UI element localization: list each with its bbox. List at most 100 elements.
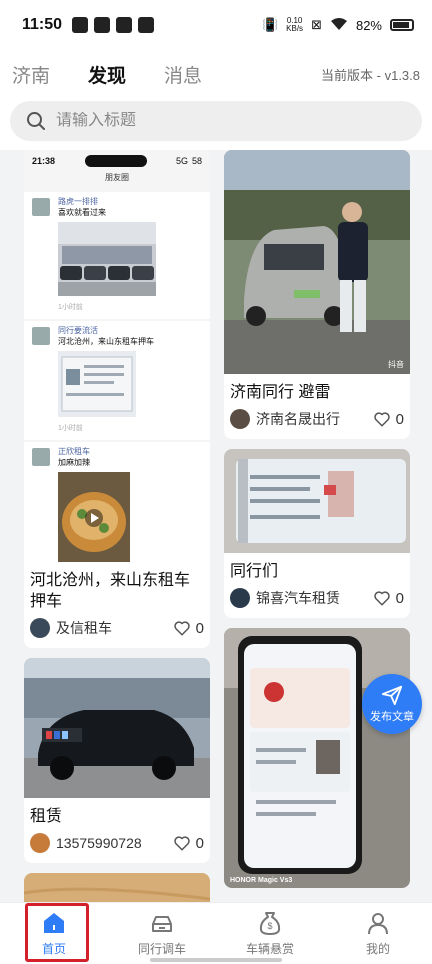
tab-peer-dispatch[interactable]: 同行调车 [108,903,216,964]
notification-app-icon [116,17,133,33]
vibrate-icon: 📳 [261,17,279,32]
post-meta: 锦喜汽车租赁 0 [224,586,410,618]
post-text: 加麻加辣 [58,458,90,467]
car-icon [152,916,172,932]
heart-icon [373,412,390,427]
post-title[interactable]: 同行们 [224,553,410,586]
post-author: 正欣租车 [58,447,90,456]
post-meta: 及信租车 0 [24,616,210,648]
heart-icon [173,836,190,851]
avatar [32,448,50,466]
wifi-icon [330,17,348,34]
author-name[interactable]: 13575990728 [56,835,173,851]
status-bar: 11:50 📳 0.10 KB/s ⊠ 82% [0,0,432,50]
user-icon [368,913,388,935]
battery-icon [390,19,414,31]
author-avatar[interactable] [30,833,50,853]
post-image[interactable] [224,449,410,553]
tab-mine-label: 我的 [365,942,390,956]
search-box[interactable] [10,101,422,141]
search-input[interactable] [56,112,376,130]
inner-status-bar: 21:38 5G 58 [24,150,210,172]
like-button[interactable]: 0 [173,619,204,637]
net-speed-unit: KB/s [286,24,304,33]
notification-app-icon [138,17,155,33]
feed[interactable]: 21:38 5G 58 朋友圈 路虎一排排 喜欢就看过来 1小时前 同行要流活 … [0,150,432,902]
avatar [32,327,50,345]
search-icon [27,112,45,130]
like-count: 0 [195,619,204,637]
publish-article-button[interactable]: 发布文章 [362,674,422,734]
post-title[interactable]: 济南同行 避雷 [224,374,410,407]
heart-icon [373,591,390,606]
post-title[interactable]: 租赁 [24,798,210,831]
tab-home[interactable]: 首页 [0,903,108,964]
post-time: 1小时前 [58,425,83,432]
post-video [58,472,204,562]
tab-mine[interactable]: 我的 [324,903,432,964]
author-avatar[interactable] [30,618,50,638]
photo-caption: HONOR Magic Vs3 [230,877,293,884]
post-author: 路虎一排排 [58,197,98,206]
dynamic-island [84,155,147,167]
version-label: 当前版本 - v1.3.8 [321,67,420,83]
publish-label: 发布文章 [370,711,414,723]
like-button[interactable]: 0 [373,589,404,607]
like-button[interactable]: 0 [173,834,204,852]
notification-app-icon [94,17,111,33]
sim-off-icon: ⊠ [311,17,322,32]
post-image[interactable]: 21:38 5G 58 朋友圈 路虎一排排 喜欢就看过来 1小时前 同行要流活 … [24,150,210,562]
author-avatar[interactable] [230,588,250,608]
post-card[interactable]: HONOR Magic Vs3 [224,628,410,888]
post-text: 喜欢就看过来 [58,208,106,217]
post-image[interactable] [24,873,210,902]
tab-city[interactable]: 济南 [12,61,50,88]
post-photo [58,351,204,420]
author-name[interactable]: 锦喜汽车租赁 [256,588,373,608]
status-time: 11:50 [22,16,63,33]
post-card[interactable]: 21:38 5G 58 朋友圈 路虎一排排 喜欢就看过来 1小时前 同行要流活 … [24,150,210,648]
tab-vehicle-bounty-label: 车辆悬赏 [245,942,294,956]
moments-post: 正欣租车 加麻加辣 [24,442,210,562]
post-image[interactable]: HONOR Magic Vs3 [224,628,410,888]
post-card[interactable]: 同行们 锦喜汽车租赁 0 [224,449,410,618]
bottom-tab-bar: 首页 同行调车 $ 车辆悬赏 我的 [0,902,432,964]
inner-battery: 58 [191,156,202,166]
author-name[interactable]: 及信租车 [56,618,173,638]
tab-peer-dispatch-label: 同行调车 [137,942,186,956]
like-count: 0 [395,410,404,428]
home-indicator [150,958,282,962]
post-author: 同行要流活 [58,326,98,335]
post-text: 河北沧州，来山东租车押车 [58,337,154,346]
post-image[interactable] [24,658,210,798]
feed-column-right: 抖音 济南同行 避雷 济南名晟出行 0 同行们 锦喜汽车租赁 0 HONOR M… [224,150,410,898]
tab-home-label: 首页 [41,942,66,956]
top-nav: 济南 发现 消息 当前版本 - v1.3.8 [0,50,432,98]
battery-percent: 82% [355,17,382,33]
watermark-badge: 抖音 [388,360,404,369]
feed-column-left: 21:38 5G 58 朋友圈 路虎一排排 喜欢就看过来 1小时前 同行要流活 … [24,150,210,902]
tab-vehicle-bounty[interactable]: $ 车辆悬赏 [216,903,324,964]
inner-time: 21:38 [32,156,56,166]
post-title[interactable]: 河北沧州，来山东租车押车 [24,562,210,616]
paper-plane-icon [381,685,403,706]
post-time: 1小时前 [58,304,83,311]
like-button[interactable]: 0 [373,410,404,428]
post-card[interactable]: 租赁 13575990728 0 [24,658,210,863]
like-count: 0 [195,834,204,852]
svg-text:$: $ [267,921,272,931]
search-bar [0,98,432,150]
like-count: 0 [395,589,404,607]
home-icon [44,913,64,933]
tab-discover[interactable]: 发现 [88,61,126,88]
net-speed: 0.10 KB/s [286,17,303,33]
moments-post: 路虎一排排 喜欢就看过来 1小时前 [24,192,210,319]
post-image[interactable]: 抖音 [224,150,410,374]
author-avatar[interactable] [230,409,250,429]
post-card[interactable] [24,873,210,902]
moments-post: 同行要流活 河北沧州，来山东租车押车 1小时前 [24,321,210,440]
post-card[interactable]: 抖音 济南同行 避雷 济南名晟出行 0 [224,150,410,439]
tab-messages[interactable]: 消息 [164,61,202,88]
author-name[interactable]: 济南名晟出行 [256,409,373,429]
inner-signal: 5G [175,156,188,166]
